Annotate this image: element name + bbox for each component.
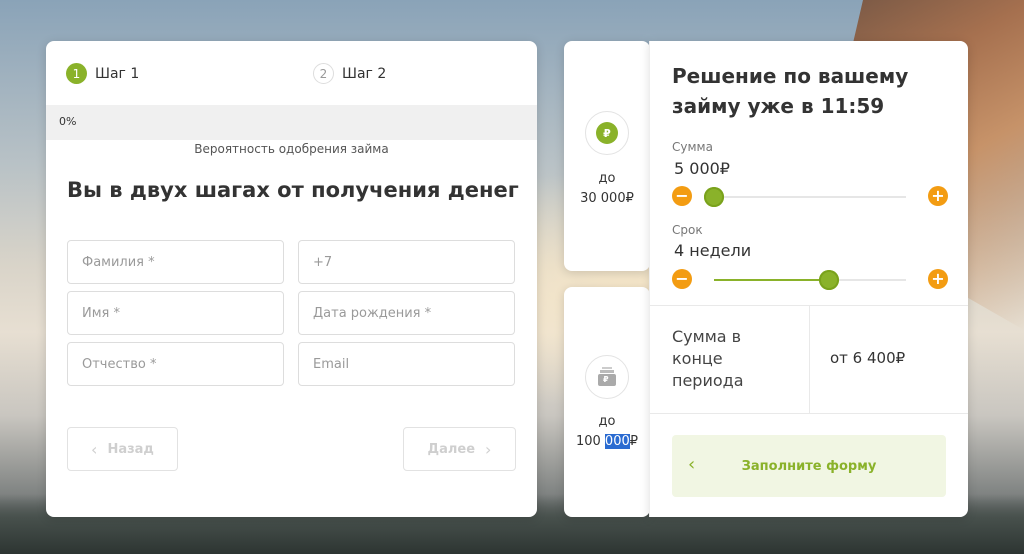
email-input[interactable]	[298, 342, 515, 386]
back-button-label: Назад	[107, 441, 154, 457]
phone-input[interactable]	[298, 240, 515, 284]
money-stack-icon: ₽	[585, 355, 629, 399]
approval-progress-bar: 0%	[46, 105, 537, 140]
last-name-input[interactable]	[67, 240, 284, 284]
patronymic-input[interactable]	[67, 342, 284, 386]
approval-probability-label: Вероятность одобрения займа	[194, 142, 389, 156]
term-label: Срок	[672, 223, 703, 237]
term-slider[interactable]: − +	[672, 269, 948, 293]
term-increase-button[interactable]: +	[928, 269, 948, 289]
sum-slider-track[interactable]	[704, 187, 906, 207]
amount-value: 30 000₽	[580, 191, 634, 206]
term-decrease-button[interactable]: −	[672, 269, 692, 289]
divider	[650, 413, 968, 414]
step-1-label: Шаг 1	[95, 65, 140, 82]
loan-form-card: 1 Шаг 1 2 Шаг 2 0% Вероятность одобрения…	[46, 41, 537, 517]
birth-date-input[interactable]	[298, 291, 515, 335]
end-of-period-value: от 6 400₽	[830, 349, 906, 367]
amount-prefix: до	[598, 414, 616, 429]
sum-slider-thumb[interactable]	[704, 187, 724, 207]
divider	[809, 306, 810, 413]
amount-prefix: до	[598, 171, 616, 186]
amount-option-100000[interactable]: ₽ до 100 000₽	[564, 287, 650, 517]
step-1[interactable]: 1 Шаг 1	[66, 63, 139, 84]
amount-value: 100 000₽	[575, 434, 639, 449]
next-button[interactable]: Далее ›	[403, 427, 516, 471]
sum-slider[interactable]: − +	[672, 186, 948, 210]
sum-value: 5 000₽	[674, 159, 730, 178]
selected-text-highlight: 000	[604, 434, 630, 449]
step-indicator: 1 Шаг 1 2 Шаг 2	[46, 41, 537, 105]
step-2-number: 2	[313, 63, 334, 84]
term-slider-fill	[714, 279, 830, 281]
term-slider-track[interactable]	[714, 270, 906, 290]
chevron-right-icon: ›	[485, 439, 492, 459]
step-2[interactable]: 2 Шаг 2	[313, 63, 386, 84]
fill-form-button-label: Заполните форму	[741, 458, 877, 474]
term-value: 4 недели	[674, 241, 752, 260]
sum-increase-button[interactable]: +	[928, 186, 948, 206]
fill-form-button[interactable]: ‹ Заполните форму	[672, 435, 946, 497]
step-2-label: Шаг 2	[342, 65, 387, 82]
chevron-left-icon: ‹	[91, 439, 98, 459]
progress-percent: 0%	[59, 115, 77, 128]
amount-option-text: до 30 000₽	[564, 169, 650, 209]
first-name-input[interactable]	[67, 291, 284, 335]
next-button-label: Далее	[427, 441, 476, 457]
ruble-coin-icon: ₽	[585, 111, 629, 155]
end-of-period-label: Сумма в конце периода	[672, 327, 744, 390]
step-1-number: 1	[66, 63, 87, 84]
sum-label: Сумма	[672, 140, 713, 154]
loan-calculator-card: Решение по вашему займу уже в 11:59 Сумм…	[650, 41, 968, 517]
chevron-left-icon: ‹	[688, 454, 696, 475]
back-button[interactable]: ‹ Назад	[67, 427, 178, 471]
amount-option-text: до 100 000₽	[564, 412, 650, 452]
sum-decrease-button[interactable]: −	[672, 186, 692, 206]
term-slider-thumb[interactable]	[819, 270, 840, 290]
amount-option-30000[interactable]: ₽ до 30 000₽	[564, 41, 650, 271]
form-title: Вы в двух шагах от получения денег	[67, 178, 519, 202]
calculator-title: Решение по вашему займу уже в 11:59	[672, 64, 909, 118]
